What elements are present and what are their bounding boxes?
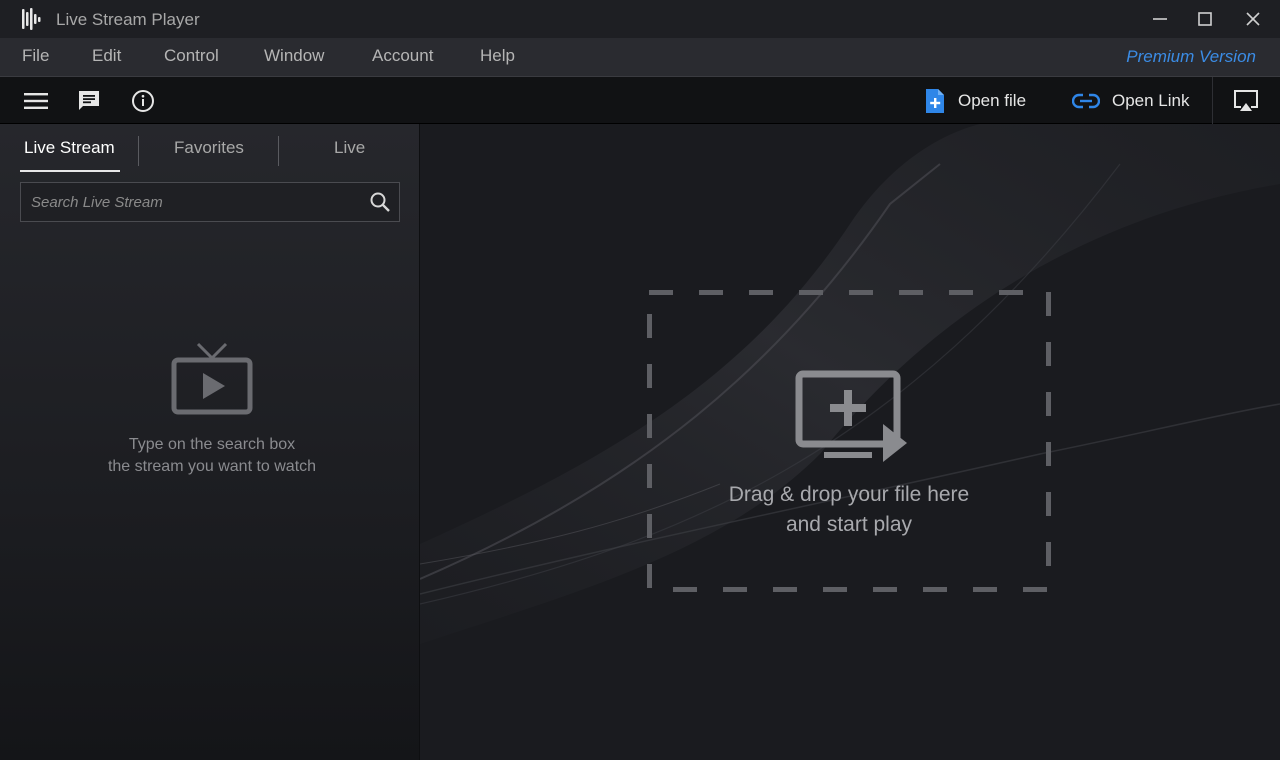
- menu-edit[interactable]: Edit: [92, 46, 121, 66]
- menu-help[interactable]: Help: [480, 46, 515, 66]
- maximize-icon: [1197, 11, 1213, 27]
- file-add-icon: [924, 88, 946, 114]
- close-icon: [1245, 11, 1261, 27]
- title-bar: Live Stream Player: [0, 0, 1280, 38]
- sidebar: Live Stream Favorites Live Type on the s…: [0, 124, 420, 760]
- main-area: Drag & drop your file here and start pla…: [420, 124, 1280, 760]
- maximize-button[interactable]: [1182, 0, 1228, 38]
- search-box: [20, 182, 400, 222]
- drop-zone-line1: Drag & drop your file here: [728, 483, 970, 506]
- premium-version-link[interactable]: Premium Version: [1126, 47, 1256, 67]
- menu-bar: File Edit Control Window Account Help Pr…: [0, 38, 1280, 76]
- open-link-label: Open Link: [1112, 90, 1190, 110]
- drop-zone-text: Drag & drop your file here and start pla…: [647, 480, 1051, 540]
- hamburger-menu-icon[interactable]: [24, 89, 48, 113]
- window-title: Live Stream Player: [56, 10, 200, 29]
- sidebar-hint: Type on the search box the stream you wa…: [0, 434, 424, 478]
- toolbar: Open file Open Link: [0, 76, 1280, 124]
- drop-zone-line2: and start play: [785, 513, 913, 536]
- menu-account[interactable]: Account: [372, 46, 433, 66]
- add-media-icon: [795, 370, 909, 466]
- open-link-button[interactable]: Open Link: [1072, 77, 1190, 124]
- minimize-button[interactable]: [1137, 0, 1183, 38]
- tab-separator: [138, 136, 139, 166]
- minimize-icon: [1152, 11, 1168, 27]
- open-file-button[interactable]: Open file: [924, 77, 1026, 124]
- tab-favorites[interactable]: Favorites: [174, 138, 244, 158]
- menu-file[interactable]: File: [22, 46, 49, 66]
- info-icon[interactable]: [131, 89, 155, 113]
- waveform-logo-icon: [20, 6, 46, 32]
- search-icon[interactable]: [369, 191, 391, 213]
- sidebar-hint-line2: the stream you want to watch: [107, 458, 317, 475]
- chat-icon[interactable]: [77, 89, 101, 113]
- tab-live-stream[interactable]: Live Stream: [24, 138, 115, 158]
- drop-zone[interactable]: Drag & drop your file here and start pla…: [647, 290, 1051, 592]
- active-tab-indicator: [20, 170, 120, 172]
- menu-control[interactable]: Control: [164, 46, 219, 66]
- toolbar-divider: [1212, 77, 1213, 124]
- menu-window[interactable]: Window: [264, 46, 324, 66]
- close-button[interactable]: [1230, 0, 1276, 38]
- sidebar-hint-line1: Type on the search box: [128, 436, 296, 453]
- tv-icon: [170, 342, 254, 416]
- link-icon: [1072, 93, 1100, 109]
- open-file-label: Open file: [958, 90, 1027, 110]
- search-input[interactable]: [21, 183, 351, 221]
- tab-separator: [278, 136, 279, 166]
- cast-icon[interactable]: [1233, 88, 1259, 114]
- tab-live[interactable]: Live: [334, 138, 365, 158]
